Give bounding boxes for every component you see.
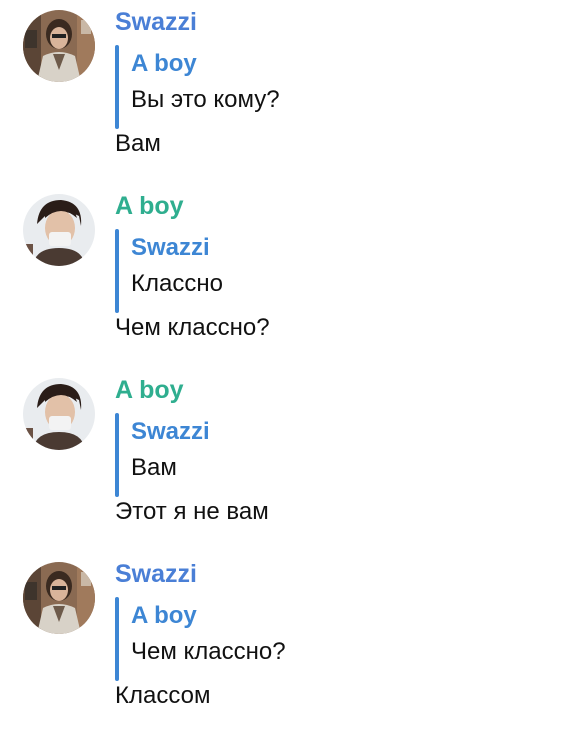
- person-photo-icon: [23, 562, 95, 634]
- reply-bar: [115, 45, 119, 129]
- reply-bar: [115, 229, 119, 313]
- reply-quote[interactable]: A boy Вы это кому?: [115, 45, 415, 129]
- message-text: Чем классно?: [115, 314, 270, 341]
- person-photo-icon: [23, 10, 95, 82]
- reply-text: Классно: [131, 270, 223, 297]
- reply-author: Swazzi: [131, 234, 210, 261]
- reply-quote[interactable]: Swazzi Классно: [115, 229, 415, 313]
- avatar-a-boy[interactable]: [23, 378, 95, 450]
- reply-quote[interactable]: A boy Чем классно?: [115, 597, 415, 681]
- message-text: Этот я не вам: [115, 498, 269, 525]
- reply-author: A boy: [131, 602, 197, 629]
- reply-bar: [115, 597, 119, 681]
- message-text: Вам: [115, 130, 161, 157]
- sender-name[interactable]: Swazzi: [115, 7, 197, 37]
- reply-author: Swazzi: [131, 418, 210, 445]
- reply-quote[interactable]: Swazzi Вам: [115, 413, 415, 497]
- reply-bar: [115, 413, 119, 497]
- sender-name[interactable]: A boy: [115, 375, 184, 405]
- reply-text: Вам: [131, 454, 177, 481]
- person-photo-icon: [23, 378, 95, 450]
- reply-author: A boy: [131, 50, 197, 77]
- reply-text: Вы это кому?: [131, 86, 280, 113]
- sender-name[interactable]: A boy: [115, 191, 184, 221]
- chat-message-list: Swazzi A boy Вы это кому? Вам A boy Swaz…: [0, 0, 582, 734]
- message-text: Классом: [115, 682, 211, 709]
- sender-name[interactable]: Swazzi: [115, 559, 197, 589]
- avatar-swazzi[interactable]: [23, 10, 95, 82]
- avatar-a-boy[interactable]: [23, 194, 95, 266]
- person-photo-icon: [23, 194, 95, 266]
- reply-text: Чем классно?: [131, 638, 286, 665]
- avatar-swazzi[interactable]: [23, 562, 95, 634]
